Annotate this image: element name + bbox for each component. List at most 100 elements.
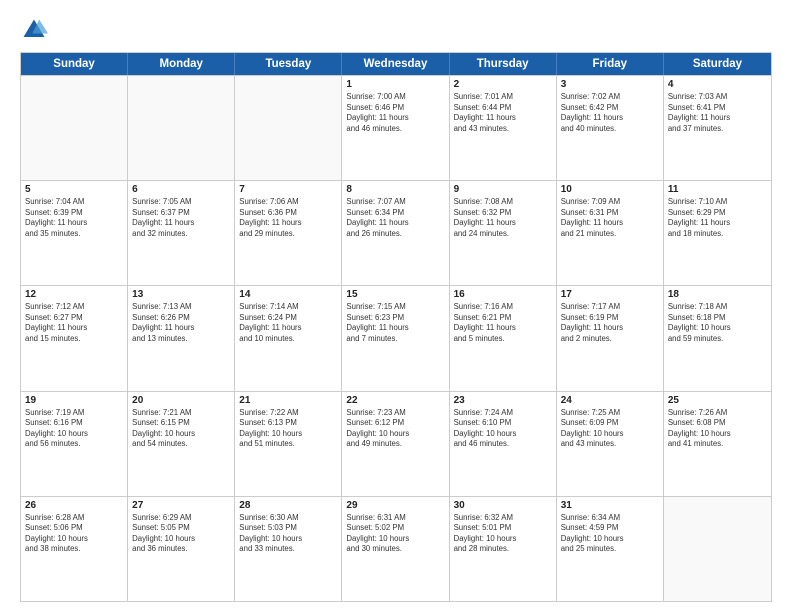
- day-number: 22: [346, 395, 444, 406]
- day-info: Sunrise: 7:23 AM Sunset: 6:12 PM Dayligh…: [346, 408, 444, 450]
- calendar: SundayMondayTuesdayWednesdayThursdayFrid…: [20, 52, 772, 602]
- calendar-cell: 15 Sunrise: 7:15 AM Sunset: 6:23 PM Dayli…: [342, 286, 449, 390]
- day-info: Sunrise: 7:15 AM Sunset: 6:23 PM Dayligh…: [346, 302, 444, 344]
- day-number: 15: [346, 289, 444, 300]
- calendar-cell: 3 Sunrise: 7:02 AM Sunset: 6:42 PM Daylig…: [557, 76, 664, 180]
- day-number: 21: [239, 395, 337, 406]
- calendar-row: 1Sunrise: 7:00 AM Sunset: 6:46 PM Daylig…: [21, 75, 771, 180]
- day-info: Sunrise: 6:30 AM Sunset: 5:03 PM Dayligh…: [239, 513, 337, 555]
- day-number: 28: [239, 500, 337, 511]
- day-info: Sunrise: 7:12 AM Sunset: 6:27 PM Dayligh…: [25, 302, 123, 344]
- day-number: 7: [239, 184, 337, 195]
- calendar-cell: 26 Sunrise: 6:28 AM Sunset: 5:06 PM Dayli…: [21, 497, 128, 601]
- day-info: Sunrise: 7:14 AM Sunset: 6:24 PM Dayligh…: [239, 302, 337, 344]
- day-number: 14: [239, 289, 337, 300]
- day-number: 3: [561, 79, 659, 90]
- calendar-cell: 14 Sunrise: 7:14 AM Sunset: 6:24 PM Dayli…: [235, 286, 342, 390]
- logo-icon: [20, 16, 48, 44]
- day-number: 30: [454, 500, 552, 511]
- day-info: Sunrise: 7:16 AM Sunset: 6:21 PM Dayligh…: [454, 302, 552, 344]
- calendar-row: 12 Sunrise: 7:12 AM Sunset: 6:27 PM Dayli…: [21, 285, 771, 390]
- calendar-cell: 17Sunrise: 7:17 AM Sunset: 6:19 PM Dayli…: [557, 286, 664, 390]
- header: [20, 16, 772, 44]
- day-number: 2: [454, 79, 552, 90]
- calendar-row: 26 Sunrise: 6:28 AM Sunset: 5:06 PM Dayli…: [21, 496, 771, 601]
- day-number: 8: [346, 184, 444, 195]
- calendar-cell: 18Sunrise: 7:18 AM Sunset: 6:18 PM Dayli…: [664, 286, 771, 390]
- calendar-cell: 31 Sunrise: 6:34 AM Sunset: 4:59 PM Dayli…: [557, 497, 664, 601]
- day-number: 20: [132, 395, 230, 406]
- weekday-header: Friday: [557, 53, 664, 75]
- day-number: 6: [132, 184, 230, 195]
- calendar-cell: 11 Sunrise: 7:10 AM Sunset: 6:29 PM Dayli…: [664, 181, 771, 285]
- day-info: Sunrise: 7:25 AM Sunset: 6:09 PM Dayligh…: [561, 408, 659, 450]
- calendar-cell: 19 Sunrise: 7:19 AM Sunset: 6:16 PM Dayli…: [21, 392, 128, 496]
- calendar-cell: 28 Sunrise: 6:30 AM Sunset: 5:03 PM Dayli…: [235, 497, 342, 601]
- weekday-header: Sunday: [21, 53, 128, 75]
- day-info: Sunrise: 7:10 AM Sunset: 6:29 PM Dayligh…: [668, 197, 767, 239]
- logo: [20, 16, 52, 44]
- day-number: 19: [25, 395, 123, 406]
- calendar-cell: [128, 76, 235, 180]
- day-info: Sunrise: 6:32 AM Sunset: 5:01 PM Dayligh…: [454, 513, 552, 555]
- calendar-cell: 8 Sunrise: 7:07 AM Sunset: 6:34 PM Daylig…: [342, 181, 449, 285]
- day-number: 9: [454, 184, 552, 195]
- day-info: Sunrise: 7:21 AM Sunset: 6:15 PM Dayligh…: [132, 408, 230, 450]
- day-info: Sunrise: 7:24 AM Sunset: 6:10 PM Dayligh…: [454, 408, 552, 450]
- day-info: Sunrise: 6:29 AM Sunset: 5:05 PM Dayligh…: [132, 513, 230, 555]
- page: SundayMondayTuesdayWednesdayThursdayFrid…: [0, 0, 792, 612]
- weekday-header: Wednesday: [342, 53, 449, 75]
- calendar-cell: 22 Sunrise: 7:23 AM Sunset: 6:12 PM Dayli…: [342, 392, 449, 496]
- day-info: Sunrise: 7:05 AM Sunset: 6:37 PM Dayligh…: [132, 197, 230, 239]
- calendar-cell: [664, 497, 771, 601]
- day-info: Sunrise: 7:00 AM Sunset: 6:46 PM Dayligh…: [346, 92, 444, 134]
- calendar-cell: [21, 76, 128, 180]
- calendar-cell: 1Sunrise: 7:00 AM Sunset: 6:46 PM Daylig…: [342, 76, 449, 180]
- day-number: 25: [668, 395, 767, 406]
- day-info: Sunrise: 7:01 AM Sunset: 6:44 PM Dayligh…: [454, 92, 552, 134]
- day-number: 5: [25, 184, 123, 195]
- calendar-row: 5 Sunrise: 7:04 AM Sunset: 6:39 PM Daylig…: [21, 180, 771, 285]
- day-number: 16: [454, 289, 552, 300]
- day-info: Sunrise: 6:31 AM Sunset: 5:02 PM Dayligh…: [346, 513, 444, 555]
- calendar-cell: 24Sunrise: 7:25 AM Sunset: 6:09 PM Dayli…: [557, 392, 664, 496]
- day-info: Sunrise: 7:26 AM Sunset: 6:08 PM Dayligh…: [668, 408, 767, 450]
- day-number: 11: [668, 184, 767, 195]
- day-number: 26: [25, 500, 123, 511]
- day-number: 31: [561, 500, 659, 511]
- day-info: Sunrise: 7:13 AM Sunset: 6:26 PM Dayligh…: [132, 302, 230, 344]
- calendar-cell: 9 Sunrise: 7:08 AM Sunset: 6:32 PM Daylig…: [450, 181, 557, 285]
- calendar-cell: 10Sunrise: 7:09 AM Sunset: 6:31 PM Dayli…: [557, 181, 664, 285]
- calendar-cell: 29Sunrise: 6:31 AM Sunset: 5:02 PM Dayli…: [342, 497, 449, 601]
- weekday-header: Saturday: [664, 53, 771, 75]
- day-info: Sunrise: 7:06 AM Sunset: 6:36 PM Dayligh…: [239, 197, 337, 239]
- weekday-header: Monday: [128, 53, 235, 75]
- day-info: Sunrise: 7:08 AM Sunset: 6:32 PM Dayligh…: [454, 197, 552, 239]
- calendar-body: 1Sunrise: 7:00 AM Sunset: 6:46 PM Daylig…: [21, 75, 771, 601]
- day-info: Sunrise: 7:04 AM Sunset: 6:39 PM Dayligh…: [25, 197, 123, 239]
- day-info: Sunrise: 7:17 AM Sunset: 6:19 PM Dayligh…: [561, 302, 659, 344]
- day-info: Sunrise: 7:07 AM Sunset: 6:34 PM Dayligh…: [346, 197, 444, 239]
- day-info: Sunrise: 7:19 AM Sunset: 6:16 PM Dayligh…: [25, 408, 123, 450]
- day-info: Sunrise: 7:02 AM Sunset: 6:42 PM Dayligh…: [561, 92, 659, 134]
- day-info: Sunrise: 7:03 AM Sunset: 6:41 PM Dayligh…: [668, 92, 767, 134]
- day-number: 18: [668, 289, 767, 300]
- day-info: Sunrise: 6:28 AM Sunset: 5:06 PM Dayligh…: [25, 513, 123, 555]
- weekday-header: Tuesday: [235, 53, 342, 75]
- calendar-cell: 6 Sunrise: 7:05 AM Sunset: 6:37 PM Daylig…: [128, 181, 235, 285]
- calendar-cell: 23Sunrise: 7:24 AM Sunset: 6:10 PM Dayli…: [450, 392, 557, 496]
- calendar-cell: 20 Sunrise: 7:21 AM Sunset: 6:15 PM Dayli…: [128, 392, 235, 496]
- calendar-cell: 30 Sunrise: 6:32 AM Sunset: 5:01 PM Dayli…: [450, 497, 557, 601]
- calendar-cell: [235, 76, 342, 180]
- calendar-cell: 5 Sunrise: 7:04 AM Sunset: 6:39 PM Daylig…: [21, 181, 128, 285]
- calendar-cell: 27Sunrise: 6:29 AM Sunset: 5:05 PM Dayli…: [128, 497, 235, 601]
- calendar-cell: 7 Sunrise: 7:06 AM Sunset: 6:36 PM Daylig…: [235, 181, 342, 285]
- day-number: 4: [668, 79, 767, 90]
- calendar-header: SundayMondayTuesdayWednesdayThursdayFrid…: [21, 53, 771, 75]
- calendar-cell: 16 Sunrise: 7:16 AM Sunset: 6:21 PM Dayli…: [450, 286, 557, 390]
- calendar-cell: 21Sunrise: 7:22 AM Sunset: 6:13 PM Dayli…: [235, 392, 342, 496]
- day-info: Sunrise: 6:34 AM Sunset: 4:59 PM Dayligh…: [561, 513, 659, 555]
- calendar-cell: 2 Sunrise: 7:01 AM Sunset: 6:44 PM Daylig…: [450, 76, 557, 180]
- day-number: 12: [25, 289, 123, 300]
- calendar-cell: 4 Sunrise: 7:03 AM Sunset: 6:41 PM Daylig…: [664, 76, 771, 180]
